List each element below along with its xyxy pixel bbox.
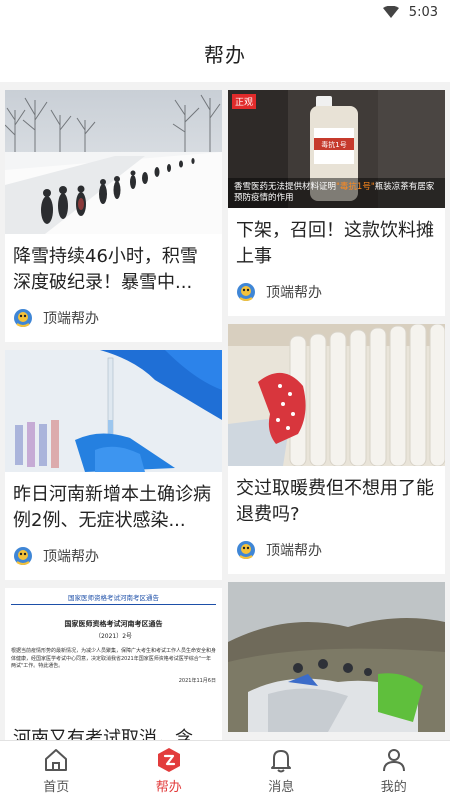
bottom-tab-bar: 首页 帮办 消息 我的 [0, 740, 450, 800]
status-bar: 5:03 [0, 0, 450, 24]
notice-body: 根据当前疫情形势的最新情况，为减少人员聚集，保障广大考生和考试工作人员生命安全和… [11, 648, 217, 669]
news-source-name: 顶端帮办 [266, 543, 322, 559]
news-title: 下架，召回！这款饮料摊上事 [236, 220, 434, 267]
home-icon [45, 749, 68, 771]
image-caption-highlight: "毒抗1号" [336, 182, 375, 192]
news-card[interactable]: 降雪持续46小时，积雪深度破纪录！暴雪中... 顶端帮办 [5, 90, 222, 342]
page-title: 帮办 [204, 42, 246, 67]
news-source: 顶端帮办 [5, 296, 222, 342]
tab-home-label: 首页 [43, 780, 70, 795]
page-header: 帮办 [0, 24, 450, 82]
news-card[interactable]: 国家医师资格考试河南考区通告 国家医师资格考试河南考区通告 （2021）2号 根… [5, 588, 222, 740]
news-title: 交过取暖费但不想用了能退费吗? [236, 478, 434, 525]
feed-column-right: 毒抗1号 正观 香雪医药无法提供材料证明"毒抗1号"瓶装凉茶有居家预防疫情的作用… [228, 90, 445, 740]
bangban-icon [157, 748, 180, 772]
news-title: 降雪持续46小时，积雪深度破纪录！暴雪中... [13, 246, 198, 293]
news-feed[interactable]: 降雪持续46小时，积雪深度破纪录！暴雪中... 顶端帮办 昨日河南新增本土确诊病… [0, 82, 450, 740]
news-source-name: 顶端帮办 [43, 549, 99, 565]
notice-subheading: （2021）2号 [94, 633, 133, 640]
tab-mine[interactable]: 我的 [338, 741, 450, 800]
news-source-name: 顶端帮办 [266, 285, 322, 301]
news-card[interactable] [228, 582, 445, 732]
news-image-drink: 毒抗1号 正观 香雪医药无法提供材料证明"毒抗1号"瓶装凉茶有居家预防疫情的作用 [228, 90, 445, 208]
notice-header-line: 国家医师资格考试河南考区通告 [11, 592, 216, 605]
source-logo-icon [14, 547, 32, 565]
news-title: 昨日河南新增本土确诊病例2例、无症状感染... [13, 484, 211, 531]
bottle-label: 毒抗1号 [321, 140, 346, 149]
status-time: 5:03 [408, 4, 438, 20]
image-caption-pre: 香雪医药无法提供材料证明 [234, 182, 337, 192]
wifi-icon [382, 6, 399, 18]
source-logo-icon [237, 283, 255, 301]
bell-icon [271, 750, 292, 773]
notice-heading: 国家医师资格考试河南考区通告 [64, 620, 163, 628]
user-icon [382, 749, 405, 772]
news-source: 顶端帮办 [228, 270, 445, 316]
news-title: 河南又有考试取消，含... [13, 728, 211, 740]
source-logo-icon [14, 309, 32, 327]
notice-date: 2021年11月6日 [178, 677, 216, 684]
tab-home[interactable]: 首页 [0, 741, 113, 800]
news-image-snow [5, 90, 222, 234]
news-source-name: 顶端帮办 [43, 311, 99, 327]
image-caption: 香雪医药无法提供材料证明"毒抗1号"瓶装凉茶有居家预防疫情的作用 [228, 178, 445, 208]
tab-bangban-label: 帮办 [155, 780, 182, 795]
news-image-notice: 国家医师资格考试河南考区通告 国家医师资格考试河南考区通告 （2021）2号 根… [5, 588, 222, 716]
news-card[interactable]: 交过取暖费但不想用了能退费吗? 顶端帮办 [228, 324, 445, 574]
news-source: 顶端帮办 [228, 528, 445, 574]
news-source: 顶端帮办 [5, 534, 222, 580]
tab-bangban[interactable]: 帮办 [113, 741, 226, 800]
news-image-radiator [228, 324, 445, 466]
feed-column-left: 降雪持续46小时，积雪深度破纪录！暴雪中... 顶端帮办 昨日河南新增本土确诊病… [5, 90, 222, 740]
source-logo-icon [237, 541, 255, 559]
tab-messages[interactable]: 消息 [225, 741, 338, 800]
news-image-lab [5, 350, 222, 472]
tab-messages-label: 消息 [268, 780, 295, 795]
source-badge: 正观 [232, 94, 257, 109]
news-card[interactable]: 毒抗1号 正观 香雪医药无法提供材料证明"毒抗1号"瓶装凉茶有居家预防疫情的作用… [228, 90, 445, 316]
news-card[interactable]: 昨日河南新增本土确诊病例2例、无症状感染... 顶端帮办 [5, 350, 222, 580]
news-image-mountain [228, 582, 445, 732]
tab-mine-label: 我的 [380, 780, 407, 795]
